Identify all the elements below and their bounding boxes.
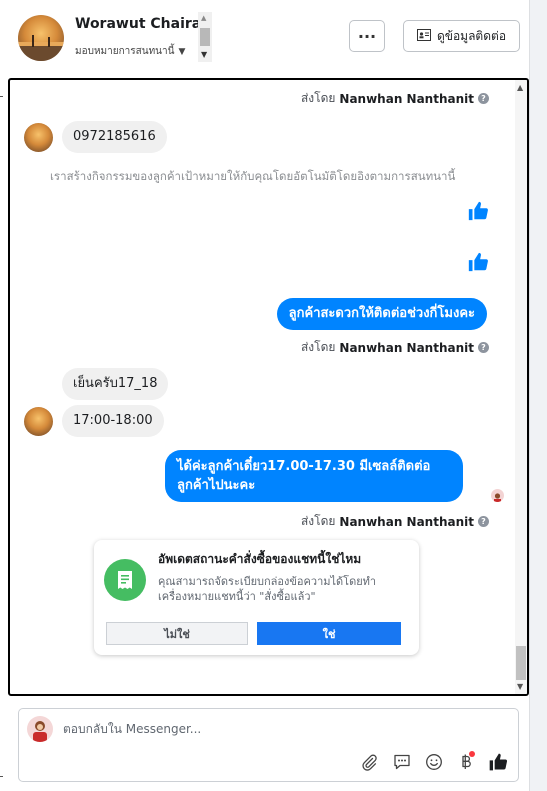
sent-by-label: ส่งโดย Nanwhan Nanthanit ? <box>301 512 489 531</box>
help-icon[interactable]: ? <box>478 93 489 104</box>
sent-by-prefix: ส่งโดย <box>300 514 336 528</box>
order-status-card: อัพเดตสถานะคำสั่งซื้อของแชทนี้ใช่ไหม คุณ… <box>94 540 419 655</box>
sent-by-label: ส่งโดย Nanwhan Nanthanit ? <box>301 338 489 357</box>
assign-scrollbar[interactable]: ▲ ▼ <box>198 12 212 62</box>
agent-name: Nanwhan Nanthanit <box>339 340 474 355</box>
reply-input[interactable] <box>63 722 363 736</box>
assign-dropdown[interactable]: มอบหมายการสนทนานี้ ▼ <box>75 44 185 59</box>
assign-label: มอบหมายการสนทนานี้ <box>75 46 175 57</box>
scroll-up-icon[interactable]: ▲ <box>201 14 206 22</box>
sent-by-label: ส่งโดย Nanwhan Nanthanit ? <box>301 89 489 108</box>
receipt-icon <box>104 559 146 601</box>
incoming-message[interactable]: 0972185616 <box>62 121 167 153</box>
sent-by-prefix: ส่งโดย <box>300 91 336 105</box>
scroll-thumb[interactable] <box>200 28 210 46</box>
right-pane-edge <box>529 0 547 791</box>
reply-composer <box>18 708 519 782</box>
contact-name[interactable]: Worawut Chairat <box>75 16 208 32</box>
saved-replies-icon[interactable] <box>392 752 412 772</box>
help-icon[interactable]: ? <box>478 342 489 353</box>
view-contact-info-label: ดูข้อมูลติดต่อ <box>436 28 507 43</box>
outgoing-message[interactable]: ได้ค่ะลูกค้าเดี๋ยว17.00-17.30 มีเซลล์ติด… <box>165 450 463 502</box>
incoming-message[interactable]: 17:00-18:00 <box>62 405 164 437</box>
no-button[interactable]: ไม่ใช่ <box>106 622 248 645</box>
page-left-edge <box>0 0 4 791</box>
like-icon[interactable] <box>467 200 489 222</box>
caret-down-icon: ▼ <box>178 47 186 57</box>
scroll-down-icon[interactable]: ▼ <box>201 50 207 59</box>
agent-name: Nanwhan Nanthanit <box>339 514 474 529</box>
thread-scrollbar[interactable]: ▲ ▼ <box>515 80 527 694</box>
agent-name: Nanwhan Nanthanit <box>339 91 474 106</box>
customer-avatar <box>24 123 53 152</box>
message-thread[interactable]: ส่งโดย Nanwhan Nanthanit ? 0972185616 เร… <box>8 78 529 696</box>
paperclip-icon[interactable] <box>359 752 379 772</box>
contact-avatar[interactable] <box>18 15 64 61</box>
view-contact-info-button[interactable]: ดูข้อมูลติดต่อ <box>403 20 520 52</box>
more-options-button[interactable]: ··· <box>349 20 385 52</box>
incoming-message[interactable]: เย็นครับ17_18 <box>62 368 169 400</box>
notification-dot <box>469 751 475 757</box>
customer-avatar <box>24 407 53 436</box>
scroll-thumb[interactable] <box>516 646 526 680</box>
payment-baht-icon[interactable] <box>456 751 476 772</box>
help-icon[interactable]: ? <box>478 516 489 527</box>
agent-avatar <box>27 716 53 742</box>
contact-card-icon <box>416 28 431 44</box>
order-card-text: คุณสามารถจัดระเบียบกล่องข้อความได้โดยทำเ… <box>158 575 377 603</box>
like-send-icon[interactable] <box>488 752 508 772</box>
emoji-icon[interactable] <box>424 752 444 772</box>
outgoing-message[interactable]: ลูกค้าสะดวกให้ติดต่อช่วงกี่โมงคะ <box>276 298 487 330</box>
sent-by-prefix: ส่งโดย <box>300 340 336 354</box>
more-icon: ··· <box>357 26 377 46</box>
system-note: เราสร้างกิจกรรมของลูกค้าเป้าหมายให้กับคุ… <box>50 169 456 183</box>
scroll-up-icon[interactable]: ▲ <box>517 83 523 92</box>
conversation-header: Worawut Chairat มอบหมายการสนทนานี้ ▼ ▲ ▼ … <box>8 0 529 76</box>
yes-button[interactable]: ใช่ <box>257 622 401 645</box>
seen-avatar <box>491 489 504 502</box>
scroll-down-icon[interactable]: ▼ <box>517 682 523 691</box>
like-icon[interactable] <box>467 251 489 273</box>
order-card-title: อัพเดตสถานะคำสั่งซื้อของแชทนี้ใช่ไหม <box>158 552 362 566</box>
